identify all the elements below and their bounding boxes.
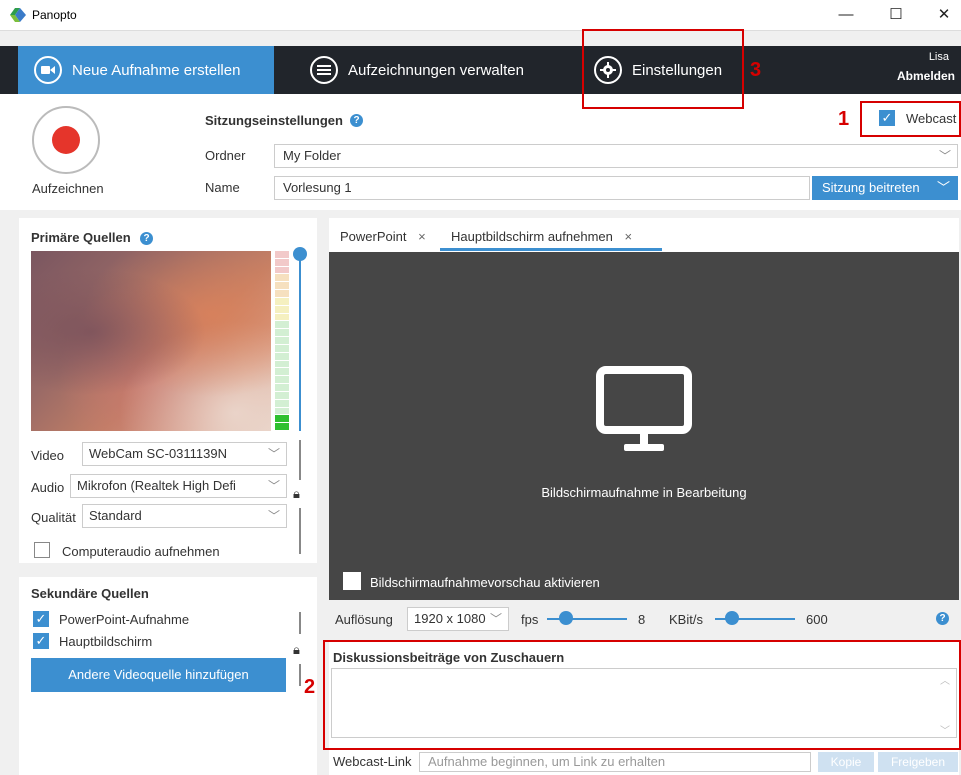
fps-value: 8 (638, 612, 646, 627)
audio-gain-slider-handle[interactable] (293, 247, 307, 261)
folder-label: Ordner (205, 148, 246, 163)
fps-label: fps (521, 612, 539, 627)
window-titlebar (0, 0, 961, 31)
user-name: Lisa (928, 51, 949, 63)
webcast-link-input[interactable]: Aufnahme beginnen, um Link zu erhalten (419, 752, 811, 772)
main-screen-checkbox[interactable]: ✓ (33, 633, 49, 649)
tab-main-screen-label: Hauptbildschirm aufnehmen (451, 229, 613, 244)
webcam-preview (31, 251, 271, 431)
audio-level-meter (275, 251, 289, 431)
quality-select[interactable]: Standard ﹀ (82, 504, 287, 528)
help-icon[interactable]: ? (140, 232, 153, 245)
secondary-sources-title: Sekundäre Quellen (31, 586, 149, 601)
quality-value: Standard (89, 508, 142, 523)
audio-label: Audio (31, 480, 65, 495)
kbit-label: KBit/s (669, 612, 703, 627)
copy-link-button[interactable]: Kopie (818, 752, 874, 772)
video-source-select[interactable]: WebCam SC-0311139N ﹀ (82, 442, 287, 466)
session-settings-title: Sitzungseinstellungen (205, 113, 343, 128)
kbit-value: 600 (806, 612, 828, 627)
link-line (299, 612, 301, 634)
video-source-value: WebCam SC-0311139N (89, 446, 228, 461)
session-name-value: Vorlesung 1 (283, 180, 352, 195)
close-button[interactable]: ✕ (924, 4, 961, 26)
annotation-box-3 (582, 29, 744, 109)
record-icon (52, 126, 80, 154)
primary-sources-title: Primäre Quellen (31, 230, 131, 245)
monitor-icon (596, 366, 692, 451)
annotation-number-3: 3 (750, 59, 762, 81)
annotation-number-1: 1 (838, 108, 850, 130)
window-title: Panopto (32, 8, 77, 22)
help-icon[interactable]: ? (350, 114, 363, 127)
tab-manage-recordings-label: Aufzeichnungen verwalten (348, 61, 524, 79)
join-session-button[interactable]: Sitzung beitreten ﹀ (812, 176, 958, 200)
session-name-input[interactable]: Vorlesung 1 (274, 176, 810, 200)
quality-label: Qualität (31, 510, 76, 525)
link-line (299, 508, 301, 554)
audio-source-value: Mikrofon (Realtek High Defi (77, 478, 236, 493)
computer-audio-checkbox[interactable] (34, 542, 50, 558)
tab-new-recording[interactable]: Neue Aufnahme erstellen (34, 46, 240, 94)
bitrate-slider-handle[interactable] (725, 611, 739, 625)
folder-value: My Folder (283, 148, 341, 163)
annotation-number-2: 2 (304, 676, 316, 698)
share-link-button[interactable]: Freigeben (878, 752, 958, 772)
lock-icon[interactable]: 🔒︎ (293, 642, 300, 658)
enable-preview-label: Bildschirmaufnahmevorschau aktivieren (370, 575, 600, 590)
active-tab-indicator (440, 248, 662, 251)
chevron-down-icon: ﹀ (936, 180, 950, 195)
panopto-logo-icon (10, 8, 26, 22)
maximize-button[interactable]: ☐ (876, 4, 916, 26)
link-line (299, 664, 301, 686)
main-screen-label: Hauptbildschirm (59, 634, 153, 649)
chevron-down-icon: ﹀ (267, 479, 280, 493)
tab-new-recording-label: Neue Aufnahme erstellen (72, 61, 241, 79)
chevron-down-icon: ﹀ (489, 612, 502, 626)
resolution-value: 1920 x 1080 (414, 611, 486, 626)
video-label: Video (31, 448, 65, 463)
audio-gain-slider[interactable] (299, 256, 301, 431)
close-tab-icon[interactable]: × (625, 229, 633, 244)
capture-status-text: Bildschirmaufnahme in Bearbeitung (541, 485, 747, 500)
webcast-label: Webcast (906, 111, 957, 126)
tab-manage-recordings[interactable]: Aufzeichnungen verwalten (310, 46, 524, 94)
webcast-checkbox[interactable]: ✓ (879, 110, 895, 126)
link-line (299, 440, 301, 480)
add-video-source-button[interactable]: Andere Videoquelle hinzufügen (31, 658, 286, 692)
name-label: Name (205, 180, 240, 195)
chevron-down-icon: ﹀ (938, 149, 951, 163)
tab-main-screen[interactable]: Hauptbildschirm aufnehmen × (451, 229, 632, 244)
enable-preview-checkbox[interactable] (343, 572, 361, 590)
join-session-label: Sitzung beitreten (822, 180, 920, 195)
resolution-label: Auflösung (335, 612, 393, 627)
fps-slider-handle[interactable] (559, 611, 573, 625)
list-icon (310, 56, 338, 84)
chevron-down-icon: ﹀ (267, 447, 280, 461)
logout-link[interactable]: Abmelden (897, 69, 955, 83)
record-label: Aufzeichnen (32, 181, 104, 196)
powerpoint-capture-label: PowerPoint-Aufnahme (59, 612, 190, 627)
chevron-down-icon: ﹀ (267, 509, 280, 523)
tab-powerpoint-label: PowerPoint (340, 229, 407, 244)
lock-icon[interactable]: 🔒︎ (293, 486, 300, 502)
tab-powerpoint[interactable]: PowerPoint × (340, 229, 426, 244)
help-icon[interactable]: ? (936, 612, 949, 625)
webcast-link-label: Webcast-Link (333, 754, 412, 769)
audio-source-select[interactable]: Mikrofon (Realtek High Defi ﹀ (70, 474, 287, 498)
folder-select[interactable]: My Folder ﹀ (274, 144, 958, 168)
powerpoint-capture-checkbox[interactable]: ✓ (33, 611, 49, 627)
video-camera-icon (34, 56, 62, 84)
resolution-select[interactable]: 1920 x 1080 ﹀ (407, 607, 509, 631)
minimize-button[interactable]: — (826, 4, 866, 26)
close-tab-icon[interactable]: × (418, 229, 426, 244)
computer-audio-label: Computeraudio aufnehmen (62, 544, 220, 559)
annotation-box-2 (323, 640, 961, 750)
